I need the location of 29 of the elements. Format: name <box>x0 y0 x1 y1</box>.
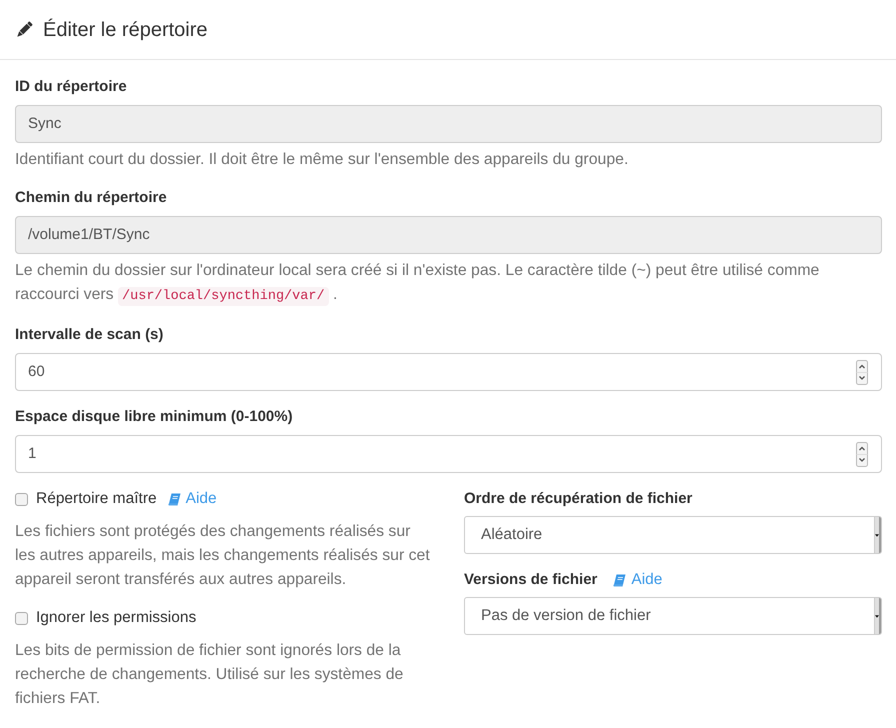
pencil-icon <box>15 20 33 38</box>
book-icon <box>168 492 181 506</box>
caret-icon <box>874 517 881 553</box>
code-path: /usr/local/syncthing/var/ <box>118 287 329 306</box>
field-label: ID du répertoire <box>15 77 128 97</box>
readonly-field[interactable]: Sync <box>15 105 882 143</box>
field-label: Espace disque libre minimum (0-100%) <box>15 407 294 427</box>
spinner-icon[interactable] <box>856 360 868 384</box>
help-text: Identifiant court du dossier. Il doit être le même sur l'ensemble des appareils du groupe. <box>15 150 630 170</box>
help-text: Les fichiers sont protégés des changements réalisés sur les autres appareils, mais les changements réalisés sur cet appareil seront transférés aux autres appareils. <box>15 522 431 590</box>
readonly-field[interactable]: /volume1/BT/Sync <box>15 216 882 254</box>
spinner-icon[interactable] <box>856 442 868 466</box>
field-label: Chemin du répertoire <box>15 188 168 208</box>
book-icon <box>613 574 626 586</box>
dropdown[interactable]: Pas de version de fichier <box>464 597 882 635</box>
help-text: Le chemin du dossier sur l'ordinateur local sera créé si il n'existe pas. Le caractère tilde (~) peut être utilisé comme raccourci vers /usr/local/syncthing/var/ . <box>15 261 820 308</box>
caret-icon <box>874 598 881 634</box>
number-field[interactable]: 60 <box>15 353 882 391</box>
checkbox-label[interactable]: Ignorer les permissions <box>36 606 196 630</box>
dropdown[interactable]: Aléatoire <box>464 516 882 554</box>
help-text: Les bits de permission de fichier sont ignorés lors de la recherche de changements. Utilisé sur les systèmes de fichiers FAT. <box>15 641 404 709</box>
field-label: Versions de fichier <box>464 570 598 590</box>
field-label: Intervalle de scan (s) <box>15 325 164 345</box>
checkbox[interactable] <box>15 492 28 506</box>
panel-title: Éditer le répertoire <box>43 18 208 42</box>
number-field[interactable]: 1 <box>15 435 882 473</box>
field-label: Ordre de récupération de fichier <box>464 488 692 509</box>
checkbox-label[interactable]: Répertoire maître <box>36 487 157 511</box>
checkbox[interactable] <box>15 612 28 624</box>
